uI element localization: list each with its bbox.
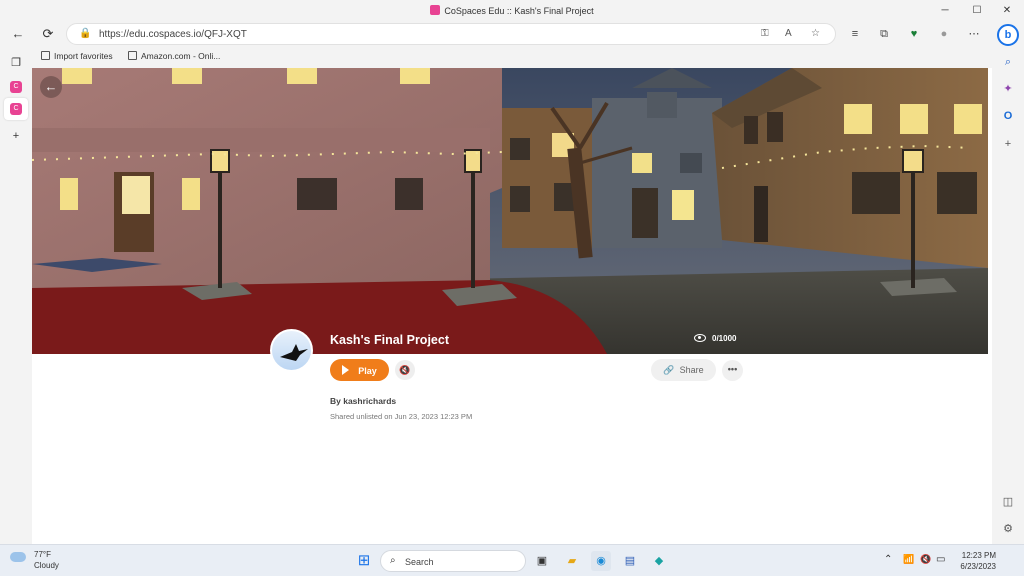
bird-silhouette-icon [280, 344, 308, 361]
village-scene-image [32, 68, 988, 354]
more-options-button[interactable]: ••• [722, 360, 743, 381]
left-sidebar: ❐ C C + [0, 46, 32, 544]
wifi-icon[interactable]: 📶 [903, 554, 914, 565]
settings-icon[interactable]: ⚙ [1000, 521, 1016, 537]
favorite-import[interactable]: Import favorites [41, 51, 113, 61]
battery-icon[interactable]: ▭ [936, 554, 945, 565]
favorites-icon[interactable]: ≡ [847, 26, 863, 42]
favorite-label: Import favorites [54, 51, 113, 61]
shared-date: Shared unlisted on Jun 23, 2023 12:23 PM [330, 412, 473, 421]
view-counter: 0/1000 [694, 334, 736, 343]
author-avatar[interactable] [270, 329, 313, 372]
url-text[interactable]: https://edu.cospaces.io/QFJ-XQT [99, 29, 247, 40]
back-arrow-button[interactable]: ← [40, 76, 62, 98]
cospaces-tab-icon[interactable]: C [10, 81, 22, 93]
play-label: Play [358, 365, 377, 376]
project-scene-preview[interactable]: ← 0/1000 [32, 68, 988, 354]
folder-icon [41, 51, 50, 60]
cospaces-active-tab-icon[interactable]: C [10, 103, 22, 115]
copilot-icon[interactable]: ✦ [1000, 81, 1016, 97]
maximize-button[interactable]: ☐ [969, 3, 985, 19]
extension-icon[interactable]: ♥ [906, 26, 922, 42]
play-icon [342, 364, 350, 375]
bing-copilot-icon[interactable]: b [997, 24, 1019, 46]
minimize-button[interactable]: ─ [937, 3, 953, 19]
cospaces-favicon-icon [430, 5, 441, 15]
page-icon [128, 51, 137, 60]
search-icon[interactable]: ⌕ [1000, 54, 1016, 70]
password-key-icon[interactable]: ⚿ [761, 28, 769, 39]
address-bar[interactable]: 🔒 https://edu.cospaces.io/QFJ-XQT ⚿ A ☆ [66, 23, 836, 45]
clock[interactable]: 12:23 PM 6/23/2023 [948, 550, 996, 572]
volume-muted-icon[interactable]: 🔇 [920, 554, 931, 565]
refresh-button[interactable]: ⟳ [38, 24, 58, 44]
windows-start-icon[interactable]: ⊞ [354, 551, 374, 571]
profile-avatar-icon[interactable]: ● [936, 26, 952, 42]
task-view-icon[interactable]: ▣ [532, 551, 552, 571]
clock-date: 6/23/2023 [960, 562, 996, 571]
file-explorer-icon[interactable]: ▰ [562, 551, 582, 571]
page-content: ← 0/1000 Kash's Final Project Play 🔇 🔗 S… [32, 68, 992, 544]
lock-icon: 🔒 [79, 28, 92, 39]
project-title: Kash's Final Project [330, 333, 449, 347]
temperature: 77°F [34, 550, 51, 559]
link-icon: 🔗 [663, 365, 675, 375]
edge-browser-icon[interactable]: ◉ [591, 551, 611, 571]
favorite-label: Amazon.com - Onli... [141, 51, 221, 61]
cloud-icon [10, 552, 26, 562]
app-icon[interactable]: ◆ [649, 551, 669, 571]
weather-widget[interactable]: 77°F Cloudy [10, 549, 59, 571]
clock-time: 12:23 PM [961, 551, 996, 560]
search-label: Search [405, 557, 434, 567]
split-screen-icon[interactable]: ◫ [1000, 494, 1016, 510]
navigation-bar: ← ⟳ 🔒 https://edu.cospaces.io/QFJ-XQT ⚿ … [0, 22, 1024, 46]
play-button[interactable]: Play [330, 359, 389, 381]
search-icon: ⌕ [390, 555, 396, 566]
taskbar-search[interactable]: ⌕ Search [380, 550, 526, 572]
outlook-icon[interactable]: O [1000, 108, 1016, 124]
tab-actions-icon[interactable]: ❐ [7, 54, 25, 72]
share-button[interactable]: 🔗 Share [651, 359, 716, 381]
title-bar: CoSpaces Edu :: Kash's Final Project ─ ☐… [0, 0, 1024, 22]
eye-icon [694, 334, 706, 342]
window-title-text: CoSpaces Edu :: Kash's Final Project [444, 6, 594, 16]
tray-chevron-icon[interactable]: ⌃ [884, 554, 892, 565]
favorite-amazon[interactable]: Amazon.com - Onli... [128, 51, 220, 61]
window-title: CoSpaces Edu :: Kash's Final Project [0, 5, 1024, 16]
right-sidebar: b ⌕ ✦ O + ◫ ⚙ [992, 22, 1024, 544]
store-icon[interactable]: ▤ [620, 551, 640, 571]
collections-icon[interactable]: ⧉ [876, 26, 892, 42]
weather-condition: Cloudy [34, 561, 59, 570]
taskbar: 77°F Cloudy ⊞ ⌕ Search ▣ ▰ ◉ ▤ ◆ ⌃ 📶 🔇 ▭… [0, 544, 1024, 576]
new-tab-icon[interactable]: + [7, 127, 25, 145]
share-label: Share [679, 365, 704, 375]
view-count-text: 0/1000 [712, 334, 737, 343]
favorites-bar: Import favorites Amazon.com - Onli... [32, 46, 992, 68]
more-options-icon[interactable]: ⋯ [966, 26, 982, 42]
favorite-star-icon[interactable]: ☆ [811, 28, 820, 39]
mute-button[interactable]: 🔇 [395, 360, 415, 380]
close-button[interactable]: ✕ [999, 3, 1015, 19]
back-button[interactable]: ← [8, 24, 28, 44]
read-aloud-icon[interactable]: A [785, 28, 792, 39]
author-name: By kashrichards [330, 396, 397, 406]
add-sidebar-app-icon[interactable]: + [1000, 136, 1016, 152]
